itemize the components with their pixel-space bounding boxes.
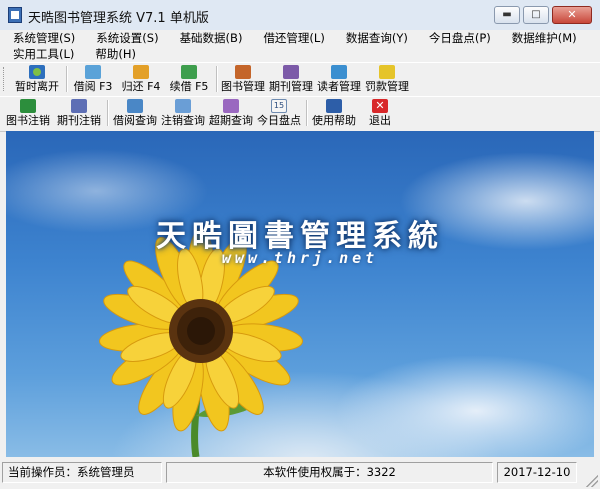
exit-icon: ✕ [372, 99, 388, 113]
fine-management-label: 罚款管理 [365, 80, 409, 93]
daily-check-button[interactable]: 15 今日盘点 [255, 97, 303, 129]
menu-daily-inventory[interactable]: 今日盘点(P) [416, 30, 499, 46]
periodical-icon [283, 65, 299, 79]
close-button[interactable]: ✕ [552, 6, 592, 24]
menu-utilities[interactable]: 实用工具(L) [0, 46, 82, 62]
periodical-cancel-label: 期刊注销 [57, 114, 101, 127]
status-operator: 当前操作员：系统管理员 [2, 462, 162, 483]
splash-panel: 天晧圖書管理系統 www.thrj.net [6, 131, 594, 457]
menu-basic-data[interactable]: 基础数据(B) [167, 30, 251, 46]
resize-grip-icon[interactable] [586, 475, 598, 487]
fine-icon [379, 65, 395, 79]
title-bar: 天晧图书管理系统 V7.1 单机版 ▬ □ ✕ [0, 0, 600, 31]
exit-button[interactable]: ✕ 退出 [362, 97, 398, 129]
menu-data-maintenance[interactable]: 数据维护(M) [499, 30, 585, 46]
borrow-button[interactable]: 借阅 F3 [71, 63, 115, 95]
toolbar-separator [306, 100, 308, 126]
leave-label: 暂时离开 [15, 80, 59, 93]
help-book-icon [326, 99, 342, 113]
menu-data-query[interactable]: 数据查询(Y) [333, 30, 416, 46]
status-license: 本软件使用权属于：3322 [166, 462, 493, 483]
menu-row-2: 实用工具(L) 帮助(H) [0, 46, 144, 62]
book-cancel-icon [20, 99, 36, 113]
help-button[interactable]: 使用帮助 [310, 97, 358, 129]
periodical-management-label: 期刊管理 [269, 80, 313, 93]
calendar-icon: 15 [271, 99, 287, 113]
main-toolbar: 暂时离开 借阅 F3 归还 F4 续借 F5 图书管理 期刊管理 读者管理 罚款… [0, 62, 600, 97]
maximize-button[interactable]: □ [523, 6, 549, 24]
borrow-label: 借阅 F3 [73, 80, 113, 93]
status-bar: 当前操作员：系统管理员 本软件使用权属于：3322 2017-12-10 [0, 459, 600, 489]
menu-bar: 系统管理(S) 系统设置(S) 基础数据(B) 借还管理(L) 数据查询(Y) … [0, 30, 600, 62]
book-cancel-button[interactable]: 图书注销 [4, 97, 52, 129]
reader-management-button[interactable]: 读者管理 [316, 63, 362, 95]
exit-label: 退出 [369, 114, 391, 127]
help-label: 使用帮助 [312, 114, 356, 127]
books-icon [235, 65, 251, 79]
cancel-query-label: 注销查询 [161, 114, 205, 127]
borrow-icon [85, 65, 101, 79]
toolbar-separator [66, 66, 68, 92]
book-management-button[interactable]: 图书管理 [220, 63, 266, 95]
sunflower-image [99, 228, 303, 457]
secondary-toolbar: 图书注销 期刊注销 借阅查询 注销查询 超期查询 15 今日盘点 使用帮助 ✕ … [0, 96, 600, 132]
periodical-management-button[interactable]: 期刊管理 [268, 63, 314, 95]
periodical-cancel-icon [71, 99, 87, 113]
renew-button[interactable]: 续借 F5 [167, 63, 211, 95]
overdue-query-label: 超期查询 [209, 114, 253, 127]
overdue-query-icon [223, 99, 239, 113]
status-date: 2017-12-10 [497, 462, 577, 483]
return-button[interactable]: 归还 F4 [119, 63, 163, 95]
reader-icon [331, 65, 347, 79]
return-label: 归还 F4 [121, 80, 161, 93]
leave-icon [29, 65, 45, 79]
borrow-query-label: 借阅查询 [113, 114, 157, 127]
leave-button[interactable]: 暂时离开 [12, 63, 62, 95]
renew-icon [181, 65, 197, 79]
return-icon [133, 65, 149, 79]
toolbar-grip[interactable] [3, 67, 7, 91]
book-cancel-label: 图书注销 [6, 114, 50, 127]
splash-url: www.thrj.net [221, 249, 379, 267]
toolbar-separator [107, 100, 109, 126]
menu-system-settings[interactable]: 系统设置(S) [83, 30, 166, 46]
borrow-query-button[interactable]: 借阅查询 [111, 97, 159, 129]
fine-management-button[interactable]: 罚款管理 [364, 63, 410, 95]
toolbar-separator [216, 66, 218, 92]
window-title: 天晧图书管理系统 V7.1 单机版 [28, 11, 209, 26]
menu-system-management[interactable]: 系统管理(S) [0, 30, 83, 46]
minimize-button[interactable]: ▬ [494, 6, 520, 24]
overdue-query-button[interactable]: 超期查询 [207, 97, 255, 129]
cancel-query-button[interactable]: 注销查询 [159, 97, 207, 129]
cancel-query-icon [175, 99, 191, 113]
menu-row-1: 系统管理(S) 系统设置(S) 基础数据(B) 借还管理(L) 数据查询(Y) … [0, 30, 585, 46]
window-controls: ▬ □ ✕ [494, 6, 592, 24]
daily-check-label: 今日盘点 [257, 114, 301, 127]
borrow-query-icon [127, 99, 143, 113]
renew-label: 续借 F5 [169, 80, 209, 93]
periodical-cancel-button[interactable]: 期刊注销 [55, 97, 103, 129]
app-icon [8, 7, 22, 23]
menu-borrow-return[interactable]: 借还管理(L) [250, 30, 332, 46]
reader-management-label: 读者管理 [317, 80, 361, 93]
book-management-label: 图书管理 [221, 80, 265, 93]
menu-help[interactable]: 帮助(H) [82, 46, 144, 62]
